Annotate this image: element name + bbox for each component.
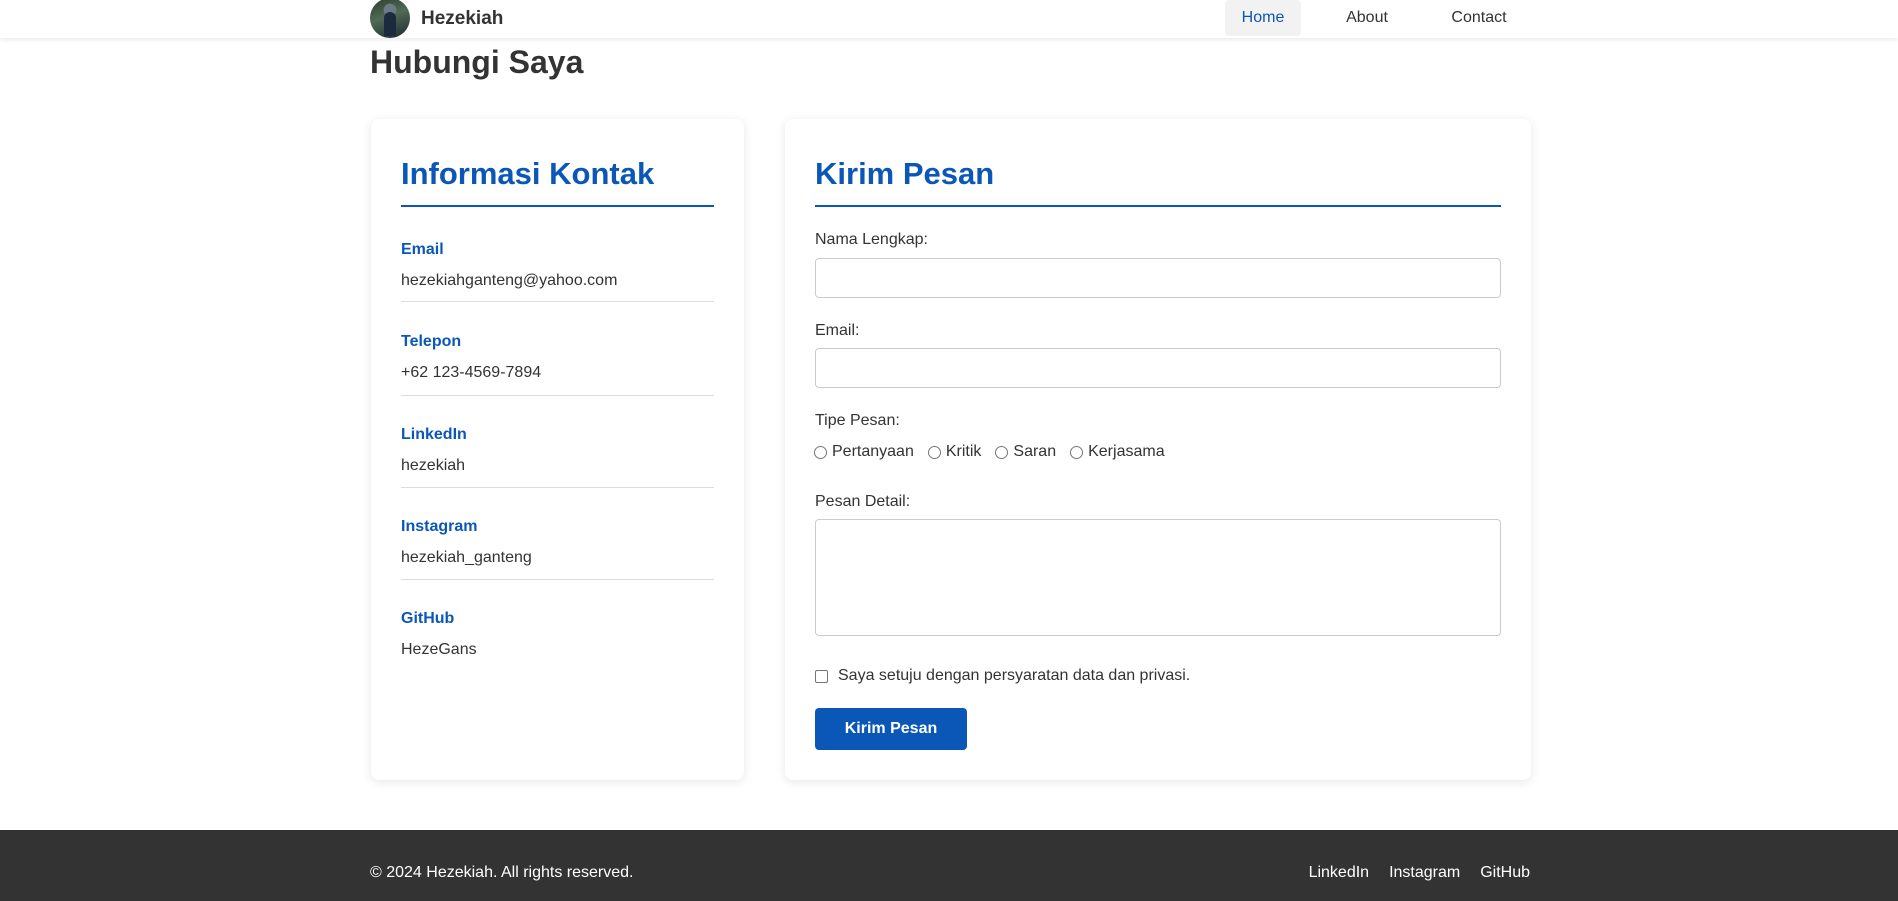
brand-name: Hezekiah (421, 8, 504, 29)
footer-links: LinkedIn Instagram GitHub (1289, 864, 1530, 882)
nav-links: Home About Contact (1225, 0, 1531, 36)
email-input[interactable] (815, 348, 1501, 388)
radio-circle-icon[interactable] (1070, 445, 1084, 459)
contact-info-card: Informasi Kontak Email hezekiahganteng@y… (371, 119, 744, 780)
info-label: GitHub (401, 610, 455, 627)
type-label: Tipe Pesan: (815, 412, 900, 429)
form-title: Kirim Pesan (815, 156, 995, 191)
footer-link-linkedin[interactable]: LinkedIn (1309, 864, 1370, 882)
info-item-linkedin: LinkedIn hezekiah (401, 426, 714, 488)
info-item-telepon: Telepon +62 123-4569-7894 (401, 333, 714, 396)
info-label: Email (401, 241, 444, 258)
radio-saran[interactable]: Saran (995, 443, 1056, 461)
info-value: hezekiahganteng@yahoo.com (401, 272, 618, 289)
copyright-text: © 2024 Hezekiah. All rights reserved. (370, 864, 634, 881)
message-form-card: Kirim Pesan Nama Lengkap: Email: Tipe Pe… (785, 119, 1531, 780)
info-value: hezekiah (401, 457, 466, 474)
radio-kritik[interactable]: Kritik (927, 443, 982, 461)
detail-label: Pesan Detail: (815, 493, 911, 510)
radio-circle-icon[interactable] (995, 445, 1009, 459)
info-label: Telepon (401, 333, 462, 350)
radio-kerjasama[interactable]: Kerjasama (1070, 443, 1165, 461)
footer-link-instagram[interactable]: Instagram (1389, 864, 1460, 882)
message-type-group: Pertanyaan Kritik Saran Kerjasama (814, 443, 1179, 461)
info-value: hezekiah_ganteng (401, 549, 532, 566)
navbar: Hezekiah Home About Contact (0, 0, 1898, 38)
info-item-email: Email hezekiahganteng@yahoo.com (401, 241, 714, 302)
nav-contact-link[interactable]: Contact (1427, 0, 1531, 36)
agree-checkbox[interactable] (815, 669, 828, 683)
nav-about-link[interactable]: About (1315, 0, 1419, 36)
radio-label: Kerjasama (1088, 443, 1165, 460)
agree-label: Saya setuju dengan persyaratan data dan … (838, 667, 1191, 684)
title-divider (815, 205, 1501, 207)
radio-circle-icon[interactable] (927, 445, 941, 459)
avatar (370, 0, 410, 38)
radio-label: Saran (1013, 443, 1057, 460)
page-title: Hubungi Saya (370, 44, 584, 80)
radio-circle-icon[interactable] (814, 445, 827, 459)
radio-pertanyaan[interactable]: Pertanyaan (814, 443, 914, 461)
name-label: Nama Lengkap: (815, 231, 928, 248)
footer: © 2024 Hezekiah. All rights reserved. Li… (0, 830, 1898, 901)
info-value: HezeGans (401, 641, 477, 658)
radio-label: Pertanyaan (832, 443, 914, 460)
radio-label: Kritik (945, 443, 982, 460)
footer-link-github[interactable]: GitHub (1480, 864, 1530, 882)
info-item-github: GitHub HezeGans (401, 610, 714, 670)
info-item-instagram: Instagram hezekiah_ganteng (401, 518, 714, 580)
nav-home-link[interactable]: Home (1225, 0, 1301, 36)
title-divider (401, 205, 714, 207)
email-label: Email: (815, 322, 860, 339)
name-input[interactable] (815, 258, 1501, 298)
agree-row: Saya setuju dengan persyaratan data dan … (815, 667, 1190, 685)
submit-button[interactable]: Kirim Pesan (815, 708, 967, 750)
info-label: Instagram (401, 518, 478, 535)
contact-info-title: Informasi Kontak (401, 156, 655, 191)
brand[interactable]: Hezekiah (370, 0, 503, 38)
info-label: LinkedIn (401, 426, 467, 443)
detail-textarea[interactable] (815, 519, 1501, 636)
info-value: +62 123-4569-7894 (401, 364, 542, 381)
